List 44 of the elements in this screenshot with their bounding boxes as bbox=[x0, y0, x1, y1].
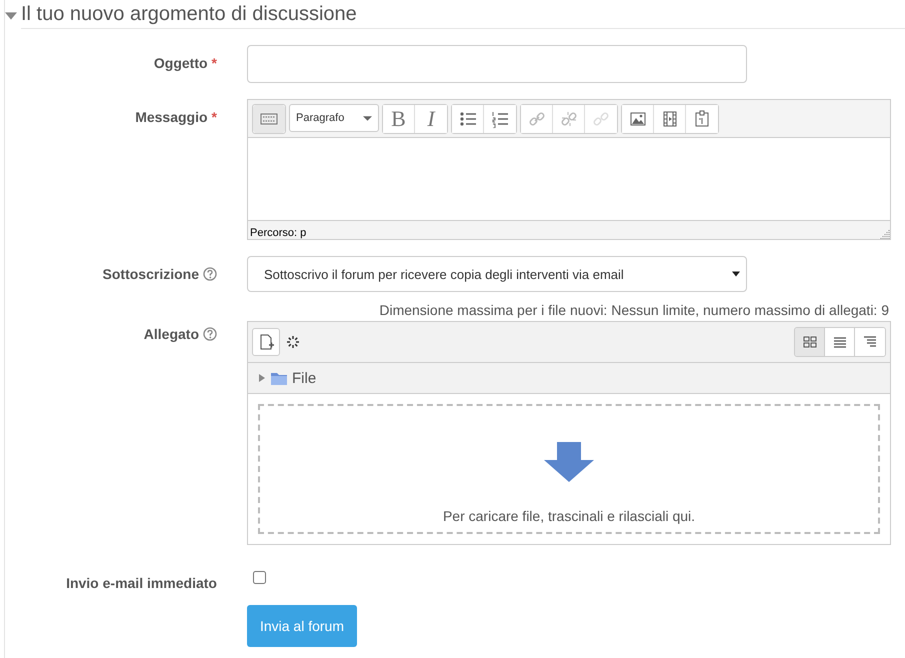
loading-spinner-icon bbox=[286, 335, 300, 349]
image-icon bbox=[628, 110, 646, 128]
field-label: Oggetto bbox=[154, 55, 208, 71]
caret-icon bbox=[732, 271, 740, 277]
icons-view-button[interactable] bbox=[795, 328, 825, 356]
add-file-button[interactable] bbox=[252, 328, 280, 356]
folder-name[interactable]: File bbox=[292, 370, 316, 386]
caret-icon[interactable] bbox=[5, 12, 17, 20]
film-icon bbox=[660, 110, 678, 128]
toolbar-toggle-button[interactable] bbox=[253, 105, 285, 133]
field-label: Messaggio bbox=[135, 109, 208, 125]
drop-hint: Per caricare file, trascinali e rilasciali qui. bbox=[442, 508, 696, 524]
input-field[interactable] bbox=[247, 45, 747, 83]
down-arrow-icon bbox=[544, 442, 594, 482]
bullet-list-button[interactable] bbox=[452, 105, 484, 133]
required-mark: * bbox=[212, 55, 217, 71]
required-mark: * bbox=[212, 109, 217, 125]
checkbox[interactable] bbox=[253, 571, 266, 584]
upload-limits: Dimensione massima per i file nuovi: Nessun limite, numero massimo di allegati: 9 bbox=[378, 302, 889, 318]
image-button[interactable] bbox=[622, 105, 654, 133]
help-icon[interactable] bbox=[203, 267, 217, 281]
section-title: Il tuo nuovo argomento di discussione bbox=[21, 2, 905, 29]
text-editor[interactable]: Paragrafo B I Percorso: p bbox=[247, 99, 891, 240]
resize-grip-icon[interactable] bbox=[880, 229, 890, 239]
help-icon[interactable] bbox=[203, 327, 217, 341]
list-view-button[interactable] bbox=[825, 328, 855, 356]
caret-icon bbox=[363, 116, 372, 120]
link-button[interactable] bbox=[521, 105, 553, 133]
clipboard-icon bbox=[693, 110, 711, 128]
numbered-list-icon bbox=[491, 110, 509, 128]
link-icon bbox=[592, 110, 610, 128]
link-icon bbox=[528, 110, 546, 128]
element-path: Percorso: p bbox=[250, 227, 306, 239]
bullet-list-icon bbox=[458, 110, 476, 128]
field-label: Invio e-mail immediato bbox=[66, 575, 217, 591]
dropdown[interactable]: Sottoscrivo il forum per ricevere copia degli interventi via email bbox=[247, 256, 747, 292]
expand-arrow-icon[interactable] bbox=[258, 373, 266, 383]
format-dropdown[interactable]: Paragrafo bbox=[289, 104, 379, 132]
field-label: Allegato bbox=[144, 326, 199, 342]
field-label: Sottoscrizione bbox=[102, 266, 199, 282]
tree-view-button[interactable] bbox=[855, 328, 885, 356]
bold-button[interactable]: B bbox=[383, 105, 415, 133]
broken-link-icon bbox=[560, 110, 578, 128]
drop-zone[interactable]: Per caricare file, trascinali e rilasciali qui. bbox=[258, 404, 880, 534]
